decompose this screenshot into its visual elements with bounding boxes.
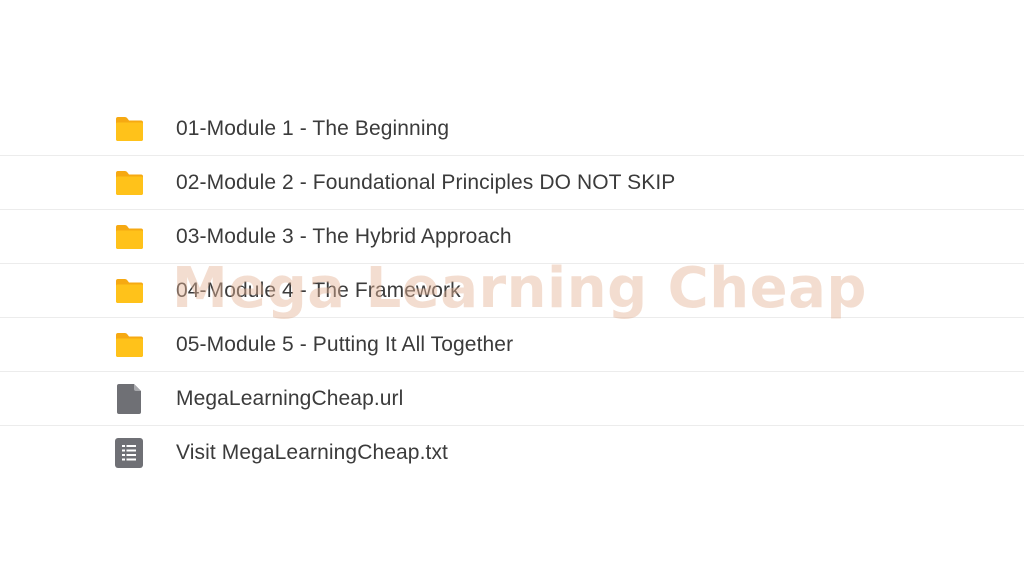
file-name: 02-Module 2 - Foundational Principles DO… [176,170,676,194]
folder-icon [113,113,145,145]
file-name: 05-Module 5 - Putting It All Together [176,332,514,356]
file-name: Visit MegaLearningCheap.txt [176,440,448,464]
list-item[interactable]: 05-Module 5 - Putting It All Together [0,318,1024,372]
link-file-icon [113,383,145,415]
text-file-icon [113,437,145,469]
file-name: 04-Module 4 - The Framework [176,278,461,302]
list-item[interactable]: MegaLearningCheap.url [0,372,1024,426]
list-item[interactable]: 01-Module 1 - The Beginning [0,102,1024,156]
list-item[interactable]: 02-Module 2 - Foundational Principles DO… [0,156,1024,210]
folder-icon [113,221,145,253]
folder-icon [113,329,145,361]
list-item[interactable]: 04-Module 4 - The Framework [0,264,1024,318]
list-item[interactable]: 03-Module 3 - The Hybrid Approach [0,210,1024,264]
file-name: MegaLearningCheap.url [176,386,404,410]
folder-icon [113,275,145,307]
file-name: 01-Module 1 - The Beginning [176,116,450,140]
folder-icon [113,167,145,199]
file-list: 01-Module 1 - The Beginning 02-Module 2 … [0,102,1024,479]
file-name: 03-Module 3 - The Hybrid Approach [176,224,512,248]
file-browser: 01-Module 1 - The Beginning 02-Module 2 … [0,0,1024,576]
list-item[interactable]: Visit MegaLearningCheap.txt [0,426,1024,479]
